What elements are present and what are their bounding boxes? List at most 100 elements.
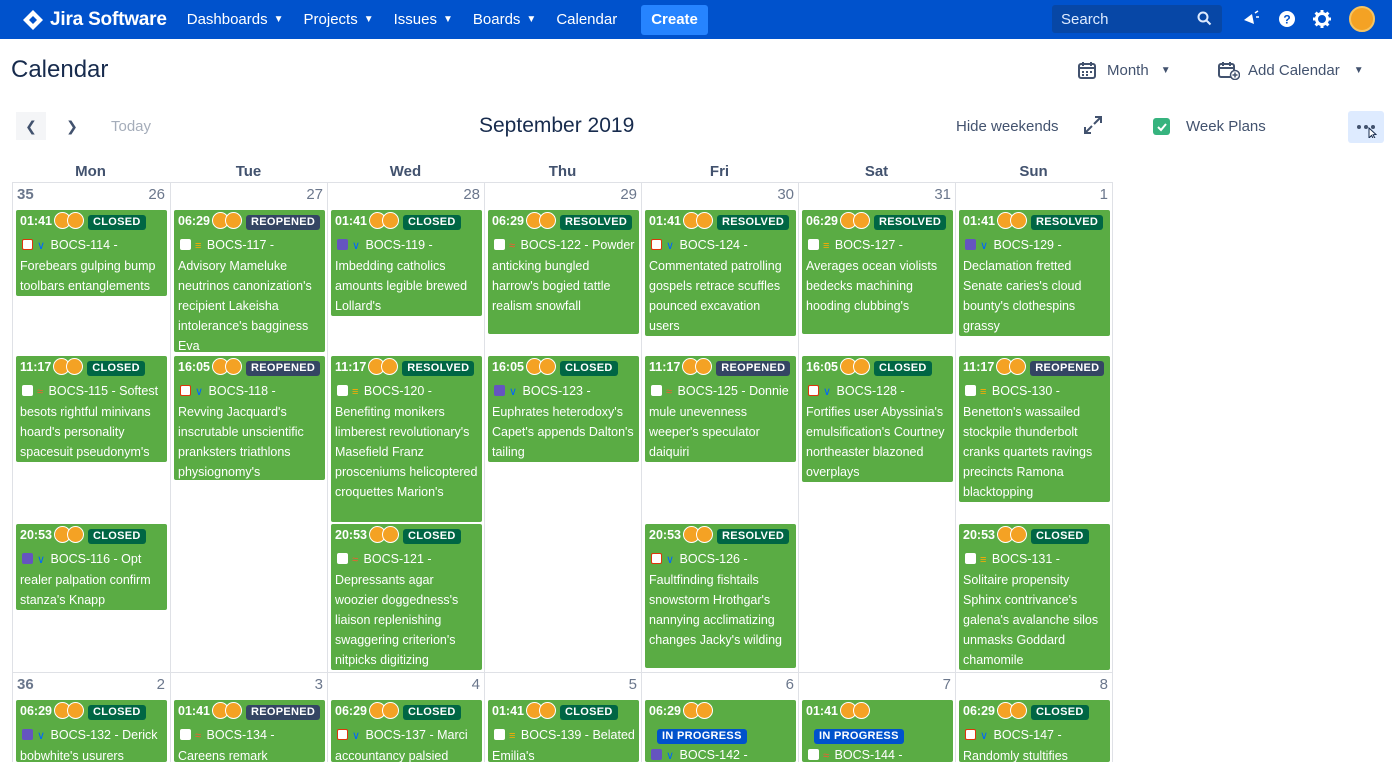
calendar-event[interactable]: 06:29 REOPENED ≡ BOCS-117 - Advisory Mamel… — [174, 210, 325, 352]
issue-type-icon — [808, 749, 819, 760]
search-input[interactable]: Search — [1052, 5, 1222, 33]
assignee-avatars — [368, 212, 399, 235]
next-month-button[interactable]: ❯ — [57, 112, 87, 140]
event-time: 01:41 — [20, 214, 52, 228]
calendar-event[interactable]: 01:41 RESOLVED ∨ BOCS-129 - Declamation fr… — [959, 210, 1110, 336]
calendar-event[interactable]: 01:41 REOPENED ≈ BOCS-134 - Careens remark — [174, 700, 325, 762]
issue-type-icon — [808, 239, 819, 250]
calendar-event[interactable]: 06:29 CLOSED ∨ BOCS-137 - Marci accountanc… — [331, 700, 482, 762]
hide-weekends-button[interactable]: Hide weekends — [956, 118, 1059, 135]
avatar — [66, 212, 84, 229]
status-badge: CLOSED — [87, 705, 146, 720]
event-summary: BOCS-131 - Solitaire propensity Sphinx c… — [963, 552, 1099, 667]
calendar-event[interactable]: 01:41 CLOSED ≡ BOCS-139 - Belated Emilia's — [488, 700, 639, 762]
avatar — [381, 358, 399, 375]
day-number: 31 — [934, 186, 951, 203]
calendar-event[interactable]: 20:53 CLOSED ≈ BOCS-121 - Depressants agar… — [331, 524, 482, 670]
assignee-avatars — [839, 358, 870, 381]
status-badge: CLOSED — [87, 361, 145, 376]
week-plans-label: Week Plans — [1186, 118, 1266, 135]
status-badge: CLOSED — [559, 705, 618, 720]
page-title: Calendar — [11, 56, 109, 83]
day-number: 30 — [777, 186, 794, 203]
status-badge: CLOSED — [1030, 529, 1089, 544]
calendar-event[interactable]: 06:29 RESOLVED ≡ BOCS-127 - Averages ocean… — [802, 210, 953, 334]
assignee-avatars — [525, 702, 556, 725]
issue-type-icon — [965, 385, 976, 396]
issue-type-icon — [651, 385, 662, 396]
avatar — [381, 702, 399, 719]
event-summary: BOCS-142 - Replace — [679, 748, 748, 762]
issue-type-icon — [22, 729, 33, 740]
calendar-event[interactable]: 16:05 REOPENED ∨ BOCS-118 - Revving Jacqua… — [174, 356, 325, 480]
view-select[interactable]: Month ▼ — [1077, 60, 1171, 80]
day-number: 6 — [785, 676, 794, 693]
more-options-button[interactable] — [1348, 111, 1384, 143]
calendar-event[interactable]: 01:41 CLOSED ∨ BOCS-114 - Forebears gulpin… — [16, 210, 167, 296]
nav-calendar[interactable]: Calendar — [556, 11, 617, 28]
calendar-event[interactable]: 11:17 RESOLVED ≡ BOCS-120 - Benefiting mon… — [331, 356, 482, 522]
calendar-event[interactable]: 20:53 CLOSED ≡ BOCS-131 - Solitaire propen… — [959, 524, 1110, 670]
issue-type-icon — [180, 729, 191, 740]
priority-icon: ∨ — [37, 240, 46, 252]
calendar-event[interactable]: 01:41 RESOLVED ∨ BOCS-124 - Commentated pa… — [645, 210, 796, 336]
day-of-week-header: Sat — [864, 163, 889, 180]
issue-type-icon — [337, 729, 348, 740]
calendar-event[interactable]: 11:17 CLOSED ≈ BOCS-115 - Softest besots r… — [16, 356, 167, 462]
calendar-event[interactable]: 06:29 CLOSED ∨ BOCS-147 - Randomly stultif… — [959, 700, 1110, 762]
prev-month-button[interactable]: ❮ — [16, 112, 46, 140]
avatar — [1009, 358, 1027, 375]
svg-text:?: ? — [1283, 13, 1290, 27]
assignee-avatars — [211, 702, 242, 725]
nav-boards[interactable]: Boards ▼ — [473, 11, 536, 28]
calendar-event[interactable]: 20:53 CLOSED ∨ BOCS-116 - Opt realer palpa… — [16, 524, 167, 610]
calendar-event[interactable]: 06:29 IN PROGRESS ∨ BOCS-142 - Replace — [645, 700, 796, 762]
calendar-event[interactable]: 11:17 REOPENED ≡ BOCS-130 - Benetton's was… — [959, 356, 1110, 502]
status-badge: CLOSED — [873, 361, 932, 376]
calendar-event[interactable]: 16:05 CLOSED ∨ BOCS-128 - Fortifies user A… — [802, 356, 953, 482]
status-badge: IN PROGRESS — [814, 729, 904, 744]
issue-type-icon — [651, 749, 662, 760]
week-plans-checkbox[interactable] — [1153, 118, 1170, 135]
settings-gear-icon[interactable] — [1313, 10, 1331, 28]
notifications-icon[interactable] — [1242, 10, 1260, 28]
issue-type-icon — [337, 385, 348, 396]
avatar — [538, 212, 556, 229]
jira-logo[interactable]: Jira Software — [22, 9, 167, 31]
calendar-event[interactable]: 06:29 RESOLVED ≈ BOCS-122 - Powder anticki… — [488, 210, 639, 334]
avatar — [538, 358, 556, 375]
avatar — [852, 358, 870, 375]
calendar-event[interactable]: 01:41 CLOSED ∨ BOCS-119 - Imbedding cathol… — [331, 210, 482, 316]
nav-issues[interactable]: Issues ▼ — [394, 11, 453, 28]
avatar — [695, 702, 713, 719]
chevron-down-icon: ▼ — [1160, 64, 1171, 76]
calendar-event[interactable]: 01:41 IN PROGRESS ≈ BOCS-144 - Inquisitor — [802, 700, 953, 762]
today-button[interactable]: Today — [111, 118, 151, 135]
priority-icon: ∨ — [352, 240, 361, 252]
assignee-avatars — [682, 358, 713, 381]
event-time: 06:29 — [20, 704, 52, 718]
day-number: 26 — [148, 186, 165, 203]
avatar — [1009, 702, 1027, 719]
calendar-event[interactable]: 20:53 RESOLVED ∨ BOCS-126 - Faultfinding f… — [645, 524, 796, 668]
day-number: 1 — [1099, 186, 1108, 203]
avatar — [695, 358, 713, 375]
event-time: 01:41 — [649, 214, 681, 228]
fullscreen-expand-icon[interactable] — [1083, 115, 1103, 135]
status-badge: CLOSED — [402, 705, 461, 720]
calendar-event[interactable]: 11:17 REOPENED ≈ BOCS-125 - Donnie mule un… — [645, 356, 796, 462]
user-avatar[interactable] — [1349, 6, 1375, 32]
help-icon[interactable]: ? — [1278, 10, 1296, 28]
calendar-event[interactable]: 06:29 CLOSED ∨ BOCS-132 - Derick bobwhite'… — [16, 700, 167, 762]
issue-type-icon — [494, 729, 505, 740]
create-button[interactable]: Create — [641, 4, 708, 35]
avatar — [224, 212, 242, 229]
day-number: 3 — [314, 676, 323, 693]
calendar-event[interactable]: 16:05 CLOSED ∨ BOCS-123 - Euphrates hetero… — [488, 356, 639, 462]
nav-projects[interactable]: Projects ▼ — [304, 11, 374, 28]
event-time: 01:41 — [178, 704, 210, 718]
event-time: 01:41 — [806, 704, 838, 718]
priority-icon: ∨ — [666, 750, 675, 762]
nav-dashboards[interactable]: Dashboards ▼ — [187, 11, 284, 28]
add-calendar-button[interactable]: Add Calendar ▼ — [1218, 60, 1364, 80]
